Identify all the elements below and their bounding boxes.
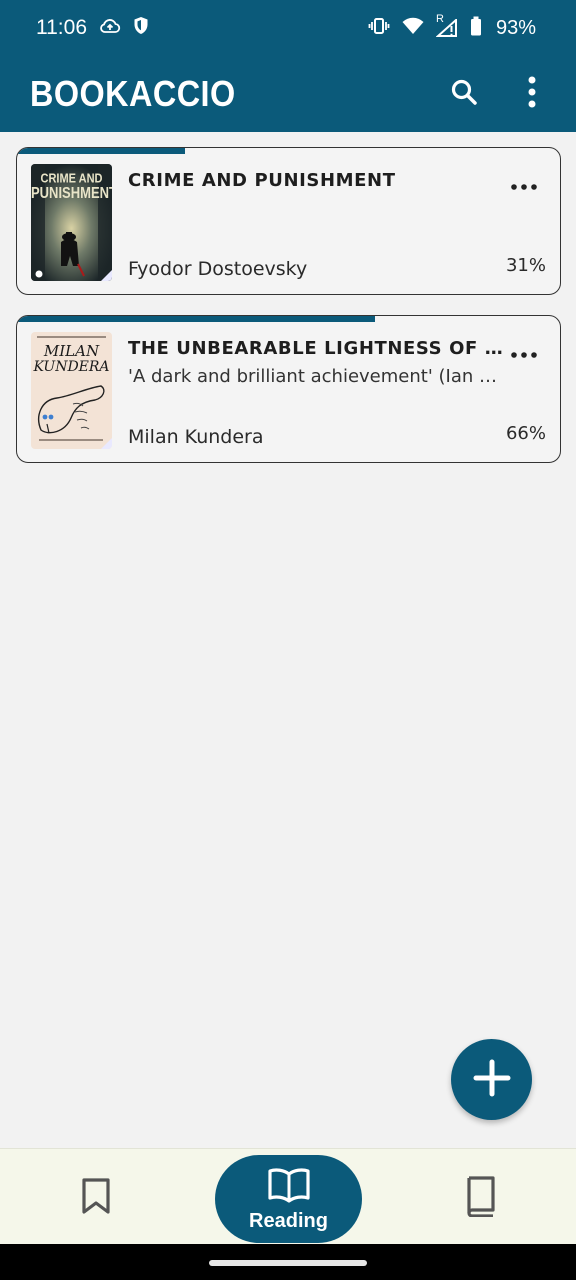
book-title: CRIME AND PUNISHMENT [128, 170, 396, 191]
more-vert-icon [528, 76, 536, 112]
nav-library[interactable] [440, 1163, 520, 1233]
book-card[interactable]: MILAN KUNDERA THE UNBEARABLE LIGHTNESS O… [16, 315, 561, 463]
app-title: BOOKACCIO [30, 73, 236, 114]
book-progress-percent: 66% [505, 423, 546, 444]
shield-icon [133, 16, 149, 40]
app-bar: BOOKACCIO [0, 56, 576, 132]
add-book-button[interactable] [451, 1039, 532, 1120]
status-bar: 11:06 R 93% [0, 0, 576, 56]
book-card[interactable]: CRIME AND PUNISHMENT CRIME AND PUNISHMEN… [16, 147, 561, 295]
cover-title-line1: MILAN [43, 342, 100, 360]
reading-progress-fill [17, 316, 376, 322]
nav-reading-label: Reading [249, 1209, 328, 1232]
book-subtitle: 'A dark and brilliant achievement' (Ian … [128, 366, 498, 387]
reading-progress-fill [17, 148, 186, 154]
more-horiz-icon [511, 343, 537, 362]
wifi-icon [402, 17, 424, 40]
roaming-label: R [435, 13, 444, 25]
bookmark-icon [80, 1177, 112, 1219]
search-button[interactable] [444, 74, 484, 114]
signal-roaming-icon: R [435, 13, 458, 37]
battery-icon [470, 16, 482, 41]
vibrate-icon [368, 17, 390, 40]
reading-progress-bar [17, 148, 560, 154]
book-title: THE UNBEARABLE LIGHTNESS OF BEING [128, 338, 503, 359]
cover-title-line2: KUNDERA [33, 359, 110, 375]
book-cover: MILAN KUNDERA [31, 332, 112, 449]
nav-bookmarks[interactable] [56, 1163, 136, 1233]
search-icon [450, 78, 478, 110]
reading-progress-bar [17, 316, 560, 322]
book-author: Fyodor Dostoevsky [128, 258, 308, 280]
nav-reading[interactable]: Reading [215, 1155, 362, 1243]
status-time: 11:06 [36, 16, 87, 39]
more-options-button[interactable] [512, 74, 552, 114]
book-icon [463, 1175, 497, 1221]
plus-icon [472, 1058, 512, 1102]
battery-percent: 93% [495, 16, 536, 39]
home-gesture-handle[interactable] [209, 1260, 367, 1266]
book-more-button[interactable] [508, 340, 540, 364]
more-horiz-icon [511, 175, 537, 194]
cover-title-line2: PUNISHMENT [31, 183, 112, 202]
book-progress-percent: 31% [505, 255, 546, 276]
book-more-button[interactable] [508, 172, 540, 196]
bottom-navigation: Reading [0, 1148, 576, 1244]
cloud-upload-icon [99, 18, 121, 39]
book-author: Milan Kundera [128, 426, 264, 448]
system-gesture-bar [0, 1244, 576, 1280]
book-cover: CRIME AND PUNISHMENT [31, 164, 112, 281]
open-book-icon [267, 1166, 311, 1208]
